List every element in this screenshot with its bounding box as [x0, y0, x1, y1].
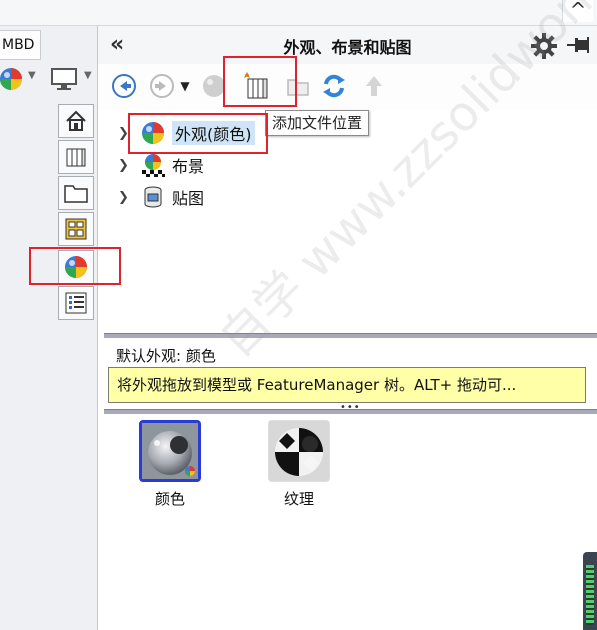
pane-divider[interactable] — [104, 333, 597, 338]
dropdown-arrow-icon[interactable]: ▼ — [28, 70, 36, 81]
up-folder-disabled-icon[interactable] — [360, 72, 388, 100]
decal-icon — [140, 184, 166, 210]
tree-item-label: 布景 — [172, 157, 205, 176]
thumbnail-label: 颜色 — [154, 490, 185, 508]
refresh-icon[interactable] — [320, 72, 348, 100]
scene-icon — [140, 152, 166, 178]
pane-divider[interactable] — [104, 409, 597, 414]
tree-item-decals[interactable]: ❯ 贴图 — [118, 183, 204, 211]
annotation-box — [29, 247, 121, 285]
hint-box: 将外观拖放到模型或 FeatureManager 树。ALT+ 拖动可... — [108, 367, 586, 403]
forward-button-icon[interactable] — [148, 72, 176, 100]
annotation-box — [128, 113, 268, 154]
texture-sphere-icon — [269, 421, 329, 481]
palette-tab-icon[interactable] — [58, 212, 94, 246]
back-button-icon[interactable] — [110, 72, 138, 100]
home-tab-icon[interactable] — [58, 104, 94, 138]
dropdown-arrow-icon[interactable]: ▼ — [84, 70, 92, 81]
level-meter-fill — [586, 565, 594, 625]
tree-item-scenes[interactable]: ❯ 布景 — [118, 151, 204, 179]
default-appearance-label: 默认外观: 颜色 — [116, 347, 216, 365]
color-thumbnail[interactable] — [139, 420, 201, 482]
monitor-icon[interactable] — [50, 66, 78, 92]
appearance-ball-icon[interactable] — [0, 66, 24, 92]
forward-dropdown-icon[interactable]: ▼ — [176, 72, 194, 100]
texture-thumbnail[interactable] — [268, 420, 330, 482]
tree-item-label: 贴图 — [172, 189, 205, 208]
chevron-right-icon[interactable]: ❯ — [118, 190, 134, 205]
mbd-tab[interactable]: MBD — [0, 30, 41, 60]
folder-tab-icon[interactable] — [58, 176, 94, 210]
thumbnail-label: 纹理 — [283, 490, 314, 508]
annotation-box — [223, 56, 297, 107]
tooltip: 添加文件位置 — [265, 110, 370, 136]
chevron-right-icon[interactable]: ❯ — [118, 158, 134, 173]
custom-properties-tab-icon[interactable] — [58, 286, 94, 320]
library-books-tab-icon[interactable] — [58, 140, 94, 174]
color-sphere-icon — [142, 423, 198, 479]
